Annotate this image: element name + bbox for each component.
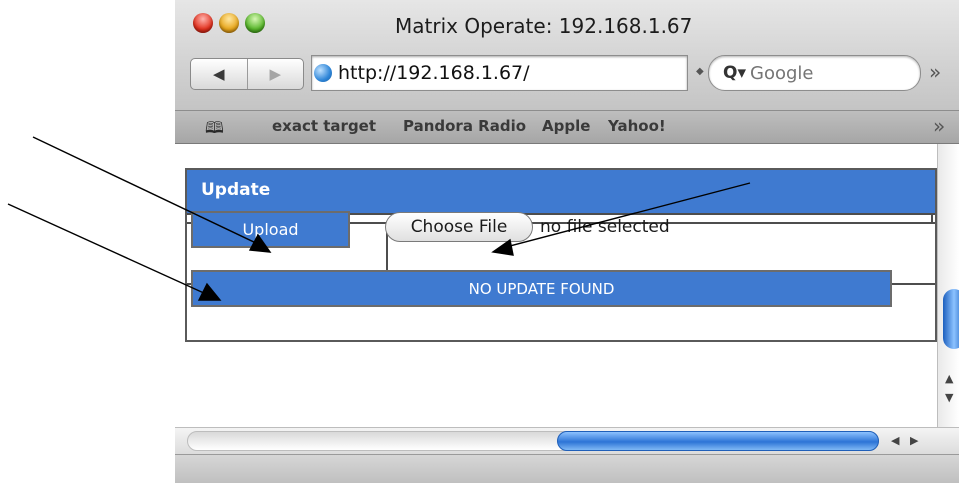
- back-button[interactable]: ◀: [191, 59, 247, 89]
- update-panel-title: Update: [201, 180, 271, 200]
- vertical-scrollbar[interactable]: ▲ ▼: [937, 144, 959, 427]
- scroll-down-arrow-icon[interactable]: ▼: [945, 391, 953, 404]
- no-file-selected-text: no file selected: [540, 217, 670, 237]
- scroll-left-arrow-icon[interactable]: ◀: [891, 434, 899, 447]
- window-title: Matrix Operate: 192.168.1.67: [395, 14, 693, 38]
- search-icon[interactable]: Q▾: [723, 63, 746, 83]
- close-window-button[interactable]: [193, 13, 213, 33]
- minimize-window-button[interactable]: [219, 13, 239, 33]
- address-url[interactable]: http://192.168.1.67/: [338, 62, 530, 84]
- page-content: Update Upload Choose File no file select…: [175, 144, 937, 427]
- window-titlebar: Matrix Operate: 192.168.1.67 ◀ ▶ http://…: [175, 0, 959, 111]
- navigation-buttons: ◀ ▶: [190, 58, 304, 90]
- browser-window: Matrix Operate: 192.168.1.67 ◀ ▶ http://…: [175, 0, 959, 483]
- update-status-bar: NO UPDATE FOUND: [191, 270, 892, 307]
- panel-edge: [931, 213, 933, 224]
- globe-icon: [314, 64, 332, 82]
- toolbar-overflow-icon[interactable]: »: [929, 60, 941, 84]
- bookmarks-book-icon[interactable]: 🕮: [205, 117, 224, 144]
- vertical-scroll-thumb[interactable]: [943, 289, 959, 349]
- search-field[interactable]: Q▾: [708, 55, 921, 91]
- search-input[interactable]: [748, 61, 902, 85]
- address-bar[interactable]: http://192.168.1.67/: [311, 55, 688, 91]
- back-arrow-icon: ◀: [212, 65, 225, 83]
- scroll-up-arrow-icon[interactable]: ▲: [945, 372, 953, 385]
- bookmark-pandora-radio[interactable]: Pandora Radio: [403, 117, 526, 135]
- forward-arrow-icon: ▶: [269, 65, 282, 83]
- window-status-bar: [175, 454, 959, 483]
- bookmark-apple[interactable]: Apple: [542, 117, 590, 135]
- bookmark-exact-target[interactable]: exact target: [272, 117, 376, 135]
- bookmark-yahoo[interactable]: Yahoo!: [608, 117, 666, 135]
- bookmarks-overflow-icon[interactable]: »: [933, 114, 945, 138]
- scroll-right-arrow-icon[interactable]: ▶: [910, 434, 918, 447]
- choose-file-button[interactable]: Choose File: [385, 212, 533, 242]
- horizontal-scrollbar[interactable]: ◀ ▶: [175, 427, 959, 454]
- address-dropdown-icon[interactable]: ◆: [696, 66, 704, 77]
- forward-button[interactable]: ▶: [246, 59, 304, 89]
- upload-button[interactable]: Upload: [191, 211, 350, 248]
- zoom-window-button[interactable]: [245, 13, 265, 33]
- horizontal-scroll-thumb[interactable]: [557, 431, 879, 451]
- update-panel-header: Update: [187, 170, 935, 215]
- update-panel: Update: [185, 168, 937, 342]
- bookmarks-bar: 🕮 exact target Pandora Radio Apple Yahoo…: [175, 111, 959, 144]
